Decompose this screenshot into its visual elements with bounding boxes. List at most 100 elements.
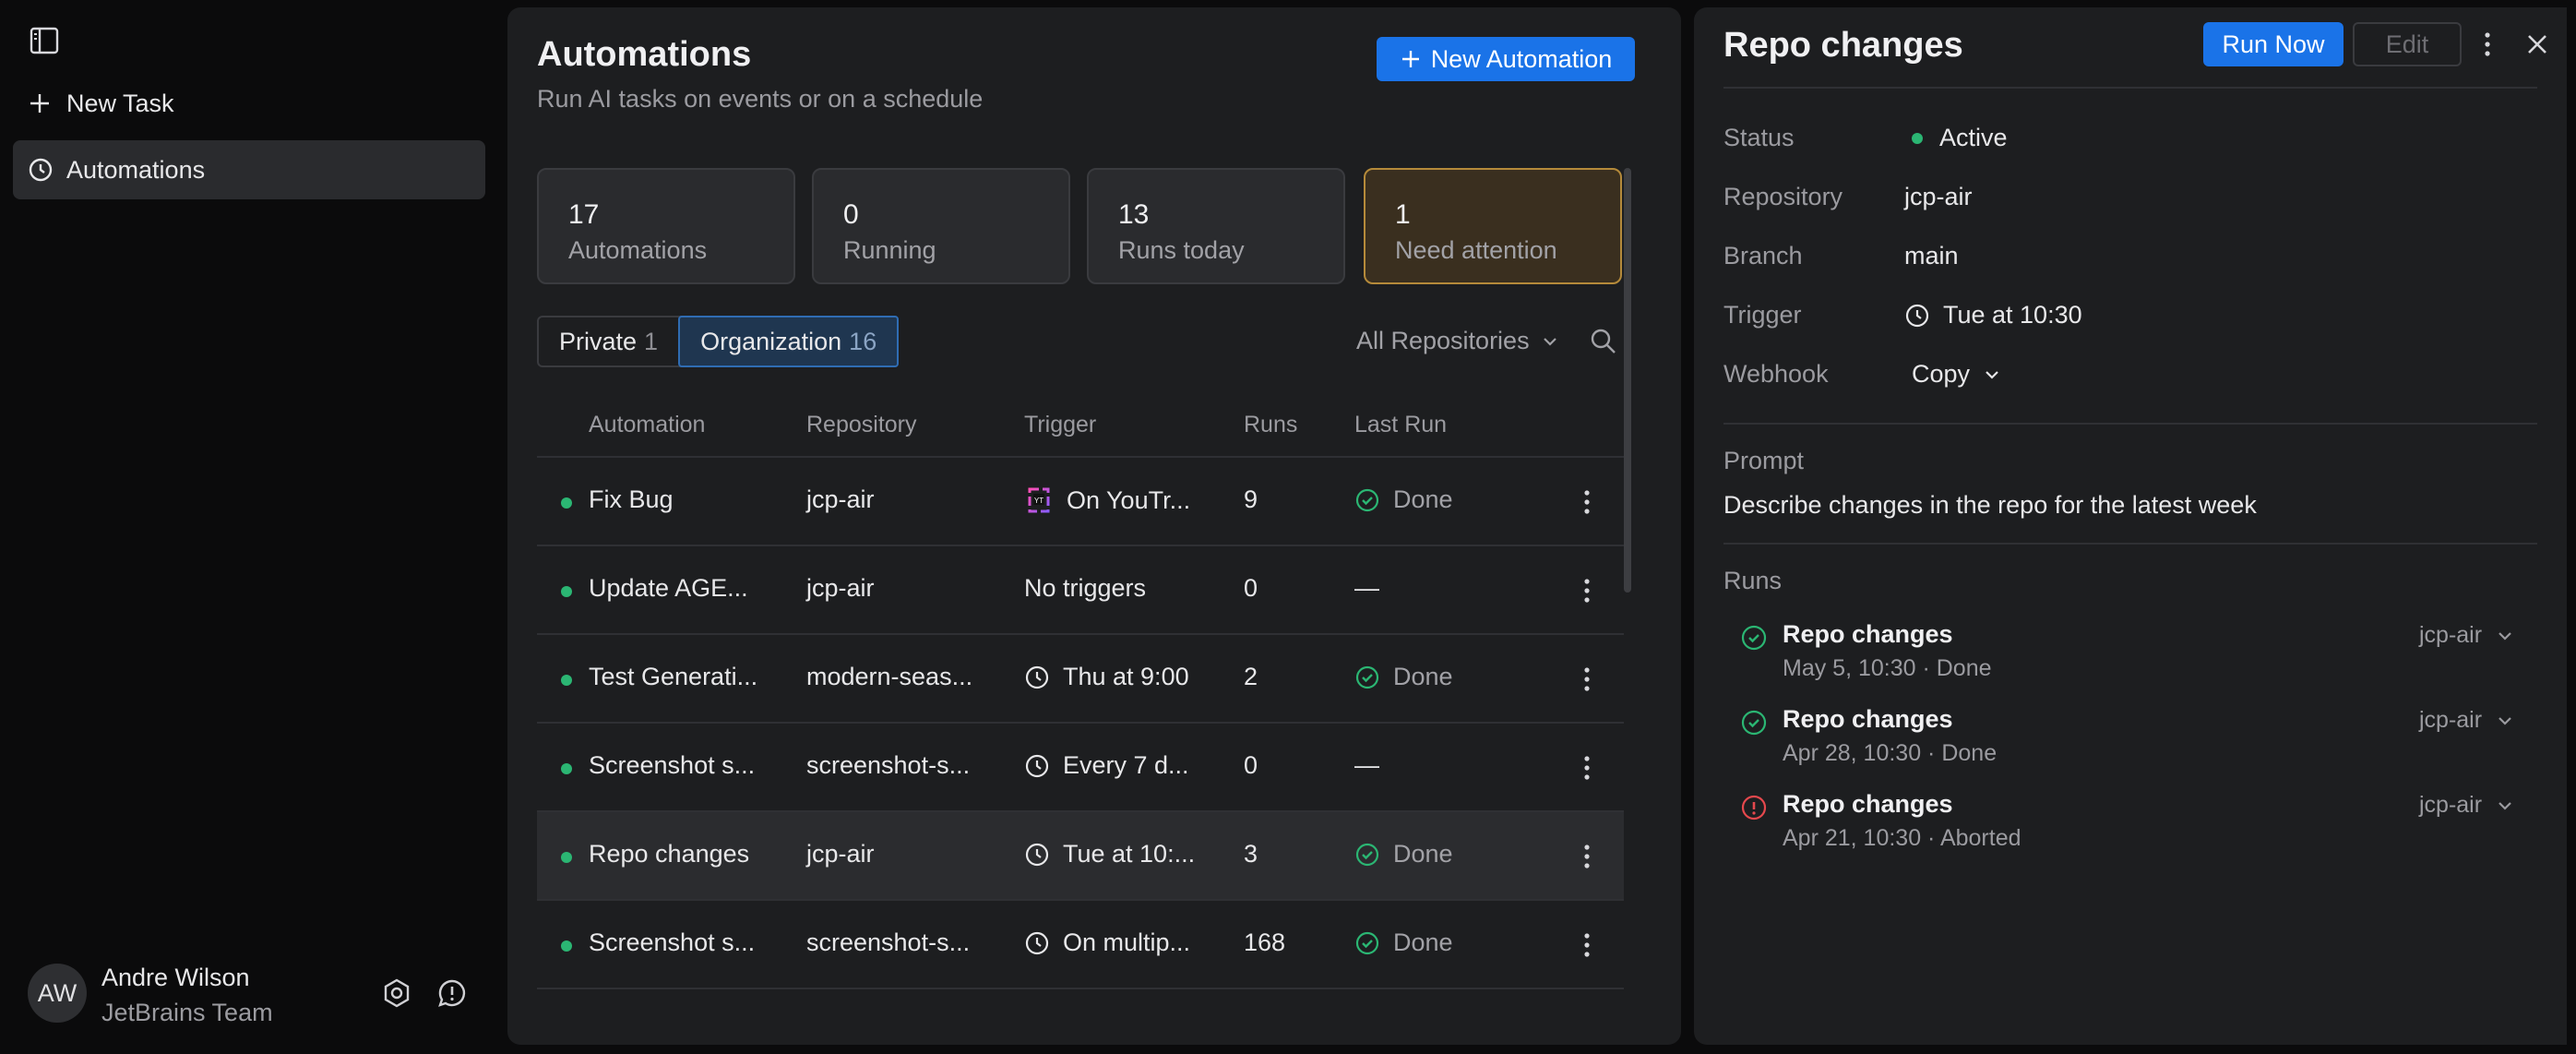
more-vertical-icon[interactable]	[1580, 751, 1594, 785]
last-run-cell: Done	[1354, 840, 1453, 868]
tab-organization[interactable]: Organization 16	[678, 316, 900, 367]
status-dot	[561, 763, 572, 774]
last-run-label: Done	[1393, 928, 1453, 956]
runs-cell: 9	[1244, 485, 1258, 513]
run-item[interactable]: Repo changes May 5, 10:30 · Done jcp-air	[1723, 620, 2537, 703]
prompt-text: Describe changes in the repo for the lat…	[1723, 491, 2257, 519]
clock-icon	[28, 157, 59, 183]
check-circle-icon	[1354, 487, 1380, 513]
stat-value: 13	[1118, 199, 1150, 230]
status-value: Active	[1904, 124, 2008, 152]
sidebar-toggle-icon[interactable]	[26, 22, 63, 59]
repository-filter-dropdown[interactable]: All Repositories	[1356, 327, 1559, 355]
tab-label: Organization	[700, 327, 842, 355]
trigger-label: Every 7 d...	[1063, 751, 1189, 779]
check-circle-icon	[1354, 842, 1380, 868]
more-vertical-icon[interactable]	[2480, 28, 2495, 61]
status-dot	[561, 675, 572, 686]
stat-card-running[interactable]: 0 Running	[812, 168, 1070, 284]
edit-button[interactable]: Edit	[2353, 22, 2462, 66]
tab-private[interactable]: Private 1	[539, 317, 678, 365]
user-profile[interactable]: AW Andre Wilson JetBrains Team	[28, 964, 489, 1028]
table-row[interactable]: Update AGE... jcp-air No triggers 0 —	[537, 545, 1624, 635]
column-header-trigger[interactable]: Trigger	[1024, 412, 1096, 438]
branch-label: Branch	[1723, 242, 1803, 269]
last-run-label: Done	[1393, 663, 1453, 690]
chevron-down-icon[interactable]	[2495, 626, 2515, 646]
run-repository: jcp-air	[2419, 622, 2483, 648]
more-vertical-icon[interactable]	[1580, 840, 1594, 873]
more-vertical-icon[interactable]	[1580, 485, 1594, 519]
trigger-label: Trigger	[1723, 301, 1802, 329]
new-task-button[interactable]: New Task	[13, 74, 485, 133]
webhook-copy-dropdown[interactable]: Copy	[1912, 360, 2001, 389]
last-run-label: —	[1354, 574, 1379, 602]
status-dot	[561, 852, 572, 863]
table-scrollbar[interactable]	[1624, 168, 1631, 593]
trigger-label: On multip...	[1063, 928, 1191, 956]
webhook-label: Webhook	[1723, 360, 1829, 388]
clock-icon	[1024, 753, 1050, 779]
last-run-cell: Done	[1354, 663, 1453, 691]
last-run-cell: —	[1354, 751, 1379, 780]
youtrack-icon: YT	[1024, 485, 1054, 515]
stat-value: 0	[843, 199, 859, 230]
column-header-automation[interactable]: Automation	[589, 412, 705, 438]
automation-name: Repo changes	[589, 840, 750, 868]
automation-name: Screenshot s...	[589, 928, 756, 956]
table-row[interactable]: Screenshot s... screenshot-s... Every 7 …	[537, 722, 1624, 812]
new-automation-label: New Automation	[1430, 44, 1613, 73]
status-text: Active	[1939, 124, 2008, 151]
chevron-down-icon[interactable]	[2495, 796, 2515, 816]
trigger-cell: No triggers	[1024, 574, 1146, 603]
run-item[interactable]: Repo changes Apr 28, 10:30 · Done jcp-ai…	[1723, 705, 2537, 788]
automation-name: Fix Bug	[589, 485, 674, 513]
last-run-cell: Done	[1354, 485, 1453, 514]
table-row[interactable]: Test Generati... modern-seas... Thu at 9…	[537, 633, 1624, 724]
more-vertical-icon[interactable]	[1580, 928, 1594, 962]
clock-icon	[1024, 930, 1050, 956]
detail-title: Repo changes	[1723, 26, 1963, 65]
stat-card-automations[interactable]: 17 Automations	[537, 168, 795, 284]
runs-cell: 3	[1244, 840, 1258, 868]
new-task-label: New Task	[66, 89, 174, 117]
last-run-label: Done	[1393, 485, 1453, 513]
runs-cell: 0	[1244, 574, 1258, 602]
table-row[interactable]	[537, 988, 1624, 1045]
stat-card-runs-today[interactable]: 13 Runs today	[1087, 168, 1345, 284]
divider	[1723, 423, 2537, 425]
runs-cell: 0	[1244, 751, 1258, 779]
run-item[interactable]: Repo changes Apr 21, 10:30 · Aborted jcp…	[1723, 790, 2537, 873]
table-row-selected[interactable]: Repo changes jcp-air Tue at 10:... 3 Don…	[537, 810, 1624, 901]
trigger-label: Tue at 10:...	[1063, 840, 1196, 868]
stat-value: 1	[1395, 199, 1411, 230]
repository-cell: jcp-air	[806, 574, 875, 602]
table-row[interactable]: Fix Bug jcp-air YT On YouTr... 9 Done	[537, 456, 1624, 546]
runs-label: Runs	[1723, 567, 1783, 594]
more-vertical-icon[interactable]	[1580, 663, 1594, 696]
feedback-icon[interactable]	[435, 976, 469, 1010]
run-now-button[interactable]: Run Now	[2203, 22, 2343, 66]
trigger-label: No triggers	[1024, 574, 1147, 602]
chevron-down-icon	[1983, 365, 2001, 384]
user-name: Andre Wilson	[101, 964, 250, 991]
chevron-down-icon[interactable]	[2495, 711, 2515, 731]
column-header-repository[interactable]: Repository	[806, 412, 917, 438]
avatar[interactable]: AW	[28, 964, 87, 1023]
trigger-cell: On multip...	[1024, 928, 1190, 957]
more-vertical-icon[interactable]	[1580, 574, 1594, 607]
clock-icon	[1024, 842, 1050, 868]
column-header-runs[interactable]: Runs	[1244, 412, 1297, 438]
sidebar-item-automations[interactable]: Automations	[13, 140, 485, 199]
stat-card-need-attention[interactable]: 1 Need attention	[1364, 168, 1622, 284]
search-icon[interactable]	[1589, 327, 1618, 356]
new-automation-button[interactable]: New Automation	[1377, 37, 1635, 81]
settings-icon[interactable]	[380, 976, 413, 1010]
column-header-last-run[interactable]: Last Run	[1354, 412, 1447, 438]
trigger-cell: Every 7 d...	[1024, 751, 1189, 780]
run-subtitle: Apr 21, 10:30 · Aborted	[1783, 825, 2021, 851]
plus-icon	[1400, 48, 1422, 70]
repository-cell: jcp-air	[806, 840, 875, 868]
table-row[interactable]: Screenshot s... screenshot-s... On multi…	[537, 899, 1624, 989]
close-icon[interactable]	[2522, 30, 2552, 59]
